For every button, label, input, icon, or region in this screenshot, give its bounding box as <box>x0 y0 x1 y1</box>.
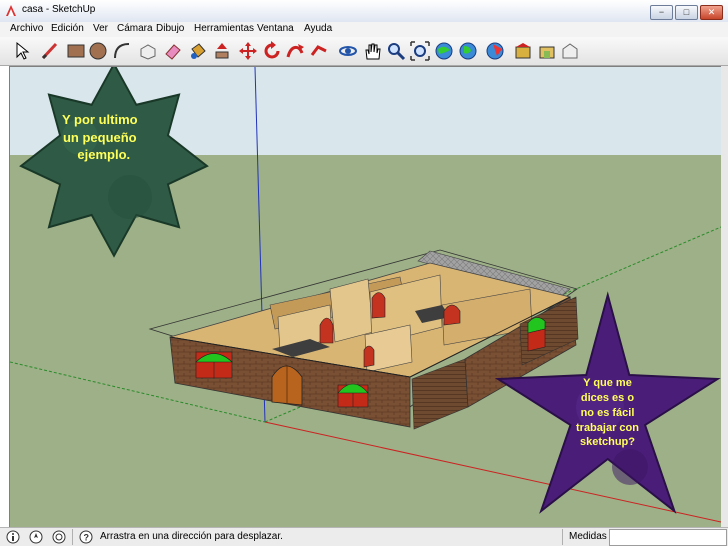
status-separator <box>562 529 563 545</box>
zoom-icon[interactable] <box>386 41 406 61</box>
share-model-icon[interactable] <box>485 41 505 61</box>
toolbar <box>0 37 728 66</box>
window-left <box>195 351 233 379</box>
menu-archivo[interactable]: Archivo <box>10 23 43 34</box>
rotate-icon[interactable] <box>262 41 282 61</box>
select-arrow-icon[interactable] <box>12 41 32 61</box>
circle-icon[interactable] <box>88 41 108 61</box>
callout-line: Y que me <box>583 377 632 389</box>
interior-wall-mid <box>329 278 374 343</box>
interior-door-1 <box>319 317 334 344</box>
geo-location-icon[interactable] <box>458 41 478 61</box>
menu-dibujo[interactable]: Dibujo <box>156 23 184 34</box>
3d-viewport[interactable]: Y por ultimo un pequeño ejemplo. Y que m… <box>9 66 722 528</box>
callout-line: dices es o <box>580 391 635 404</box>
component-icon[interactable] <box>513 41 533 61</box>
interior-door-2 <box>371 292 386 319</box>
share-component-icon[interactable] <box>537 41 557 61</box>
get-models-icon[interactable] <box>434 41 454 61</box>
vertical-scrollbar[interactable] <box>721 66 728 527</box>
arc-icon[interactable] <box>112 41 132 61</box>
info-icon[interactable] <box>6 530 20 544</box>
menu-bar: Archivo Edición Ver Cámara Dibujo Herram… <box>0 22 728 37</box>
orbit-icon[interactable] <box>338 41 358 61</box>
rectangle-icon[interactable] <box>66 41 86 61</box>
maximize-button[interactable]: □ <box>675 5 698 20</box>
interior-door-3 <box>443 304 461 326</box>
move-icon[interactable] <box>238 41 258 61</box>
menu-herramientas[interactable]: Herramientas <box>194 23 254 34</box>
status-bar: ? Arrastra en una dirección para desplaz… <box>0 527 728 546</box>
svg-text:?: ? <box>84 533 90 543</box>
measures-input[interactable] <box>609 529 727 546</box>
eraser-icon[interactable] <box>163 41 183 61</box>
callout-line: no es fácil <box>580 406 635 419</box>
help-icon[interactable]: ? <box>79 530 93 544</box>
callout-line: sketchup? <box>579 436 635 449</box>
menu-ver[interactable]: Ver <box>93 23 108 34</box>
line-pencil-icon[interactable] <box>40 41 60 61</box>
callout-line: trabajar con <box>576 421 639 434</box>
menu-ayuda[interactable]: Ayuda <box>304 23 332 34</box>
status-separator <box>72 529 73 545</box>
sketchup-window: casa - SketchUp − □ ✕ Archivo Edición Ve… <box>0 0 728 546</box>
callout-text-green: Y por ultimo un pequeño ejemplo. <box>62 111 138 164</box>
measures-label: Medidas <box>569 531 607 542</box>
credits-icon[interactable] <box>52 530 66 544</box>
callout-text-purple: Y que me dices es o no es fácil trabajar… <box>576 376 639 450</box>
callout-line: Y por ultimo <box>62 112 138 127</box>
interior-door-4 <box>363 345 375 368</box>
title-bar: casa - SketchUp − □ ✕ <box>0 0 728 23</box>
pan-hand-icon[interactable] <box>362 41 382 61</box>
window-title: casa - SketchUp <box>22 4 96 15</box>
callout-line: un pequeño <box>62 129 137 145</box>
menu-ventana[interactable]: Ventana <box>257 23 294 34</box>
geo-location-icon[interactable] <box>29 530 43 544</box>
push-pull-icon[interactable] <box>212 41 232 61</box>
minimize-button[interactable]: − <box>650 5 673 20</box>
warehouse-icon[interactable] <box>560 41 580 61</box>
menu-camara[interactable]: Cámara <box>117 23 153 34</box>
close-button[interactable]: ✕ <box>700 5 723 20</box>
window-side <box>527 317 546 352</box>
callout-line: ejemplo. <box>77 147 131 163</box>
follow-path-icon[interactable] <box>309 41 329 61</box>
zoom-extents-icon[interactable] <box>410 41 430 61</box>
make-component-icon[interactable] <box>138 41 158 61</box>
follow-me-icon[interactable] <box>285 41 305 61</box>
menu-edicion[interactable]: Edición <box>51 23 84 34</box>
paint-bucket-icon[interactable] <box>188 41 208 61</box>
window-right <box>337 383 369 408</box>
status-text: Arrastra en una dirección para desplazar… <box>100 531 283 542</box>
sketchup-logo-icon <box>6 5 16 16</box>
